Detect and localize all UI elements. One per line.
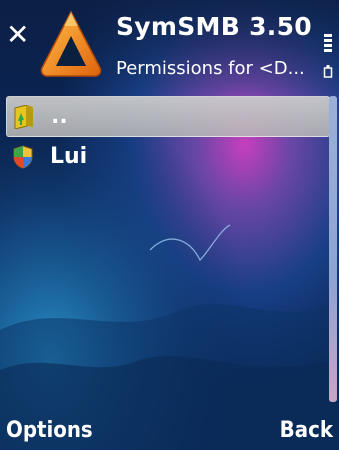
app-title: SymSMB 3.50 — [116, 12, 312, 41]
scrollbar[interactable] — [329, 96, 337, 402]
symsmb-logo-icon — [40, 10, 102, 77]
close-icon[interactable]: ✕ — [6, 21, 32, 49]
signal-indicator-icon — [323, 34, 333, 78]
options-softkey[interactable]: Options — [6, 418, 93, 443]
back-softkey[interactable]: Back — [280, 418, 333, 443]
list-item[interactable]: Lui — [6, 137, 328, 176]
user-shield-icon — [13, 144, 33, 169]
list-item-label: Lui — [50, 144, 88, 169]
app-subtitle: Permissions for <D... — [116, 58, 305, 79]
scrollbar-thumb[interactable] — [329, 96, 337, 402]
list-item-label: .. — [51, 104, 68, 129]
permissions-list: .. Lui — [0, 96, 330, 176]
title-pane: ✕ SymSMB 3.50 Permissions for <D... — [0, 0, 339, 92]
list-item[interactable]: .. — [6, 96, 330, 137]
softkey-bar: Options Back — [0, 412, 339, 450]
folder-up-icon — [14, 104, 33, 129]
